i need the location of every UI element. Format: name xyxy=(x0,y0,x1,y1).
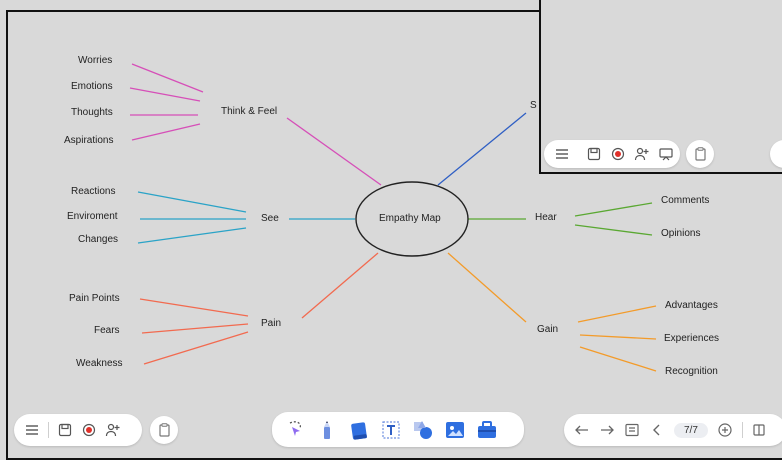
leaf-advantages[interactable]: Advantages xyxy=(665,300,718,311)
text-icon[interactable] xyxy=(380,419,402,441)
leaf-emotions[interactable]: Emotions xyxy=(71,81,113,92)
prev-page-icon[interactable] xyxy=(649,422,665,438)
connector-gain-center xyxy=(447,252,527,323)
drawing-tools-dock xyxy=(272,412,524,447)
branch-think-feel[interactable]: Think & Feel xyxy=(221,106,277,117)
panel-icon[interactable] xyxy=(752,422,768,438)
connector-comments xyxy=(574,202,653,217)
inset-main-toolbar xyxy=(544,140,680,168)
page-navigation-toolbar: 7/7 xyxy=(564,414,782,446)
separator xyxy=(741,422,743,438)
leaf-opinions[interactable]: Opinions xyxy=(661,228,700,239)
add-page-icon[interactable] xyxy=(717,422,733,438)
record-icon[interactable] xyxy=(81,422,97,438)
undo-icon[interactable] xyxy=(574,422,590,438)
record-icon[interactable] xyxy=(610,146,626,162)
save-icon[interactable] xyxy=(57,422,73,438)
leaf-comments[interactable]: Comments xyxy=(661,195,709,206)
pages-icon[interactable] xyxy=(624,422,640,438)
pen-icon[interactable] xyxy=(316,419,338,441)
leaf-pain-points[interactable]: Pain Points xyxy=(69,293,120,304)
connector-say-center xyxy=(437,112,527,186)
main-menu-toolbar xyxy=(14,414,142,446)
leaf-worries[interactable]: Worries xyxy=(78,55,112,66)
menu-icon[interactable] xyxy=(24,422,40,438)
connector-think-feel-center xyxy=(286,117,382,186)
connector-opinions xyxy=(574,224,653,236)
menu-icon[interactable] xyxy=(554,146,570,162)
page-indicator[interactable]: 7/7 xyxy=(674,422,708,438)
connector-experiences xyxy=(579,334,657,340)
toolbox-icon[interactable] xyxy=(476,419,498,441)
leaf-aspirations[interactable]: Aspirations xyxy=(64,135,113,146)
connector-changes xyxy=(137,227,247,244)
branch-hear[interactable]: Hear xyxy=(535,212,557,223)
branch-see[interactable]: See xyxy=(261,213,279,224)
connector-aspirations xyxy=(131,123,201,141)
leaf-weakness[interactable]: Weakness xyxy=(76,358,123,369)
leaf-fears[interactable]: Fears xyxy=(94,325,120,336)
lasso-select-icon[interactable] xyxy=(284,419,306,441)
clipboard-icon xyxy=(156,422,172,438)
connector-fears xyxy=(141,323,249,334)
redo-icon[interactable] xyxy=(599,422,615,438)
branch-say-partial[interactable]: S xyxy=(530,100,537,111)
leaf-thoughts[interactable]: Thoughts xyxy=(71,107,113,118)
shapes-icon[interactable] xyxy=(412,419,434,441)
inset-pages-button[interactable] xyxy=(686,140,714,168)
branch-gain[interactable]: Gain xyxy=(537,324,558,335)
leaf-reactions[interactable]: Reactions xyxy=(71,186,115,197)
present-icon[interactable] xyxy=(658,146,674,162)
connector-worries xyxy=(131,63,204,93)
leaf-experiences[interactable]: Experiences xyxy=(664,333,719,344)
connector-recognition xyxy=(579,346,657,372)
separator xyxy=(48,422,49,438)
image-icon[interactable] xyxy=(444,419,466,441)
leaf-changes[interactable]: Changes xyxy=(78,234,118,245)
connector-emotions xyxy=(129,87,201,102)
connector-reactions xyxy=(137,191,247,213)
connector-advantages xyxy=(577,305,657,323)
save-icon[interactable] xyxy=(586,146,602,162)
add-user-icon[interactable] xyxy=(105,422,121,438)
connector-pain-center xyxy=(301,252,379,319)
leaf-enviroment[interactable]: Enviroment xyxy=(67,211,118,222)
branch-pain[interactable]: Pain xyxy=(261,318,281,329)
connector-weakness xyxy=(143,331,249,365)
pages-overview-button[interactable] xyxy=(150,416,178,444)
eraser-icon[interactable] xyxy=(348,419,370,441)
center-node-label[interactable]: Empathy Map xyxy=(379,213,441,224)
clipboard-icon xyxy=(692,146,708,162)
add-user-icon[interactable] xyxy=(634,146,650,162)
leaf-recognition[interactable]: Recognition xyxy=(665,366,718,377)
connector-pain-points xyxy=(139,298,249,317)
